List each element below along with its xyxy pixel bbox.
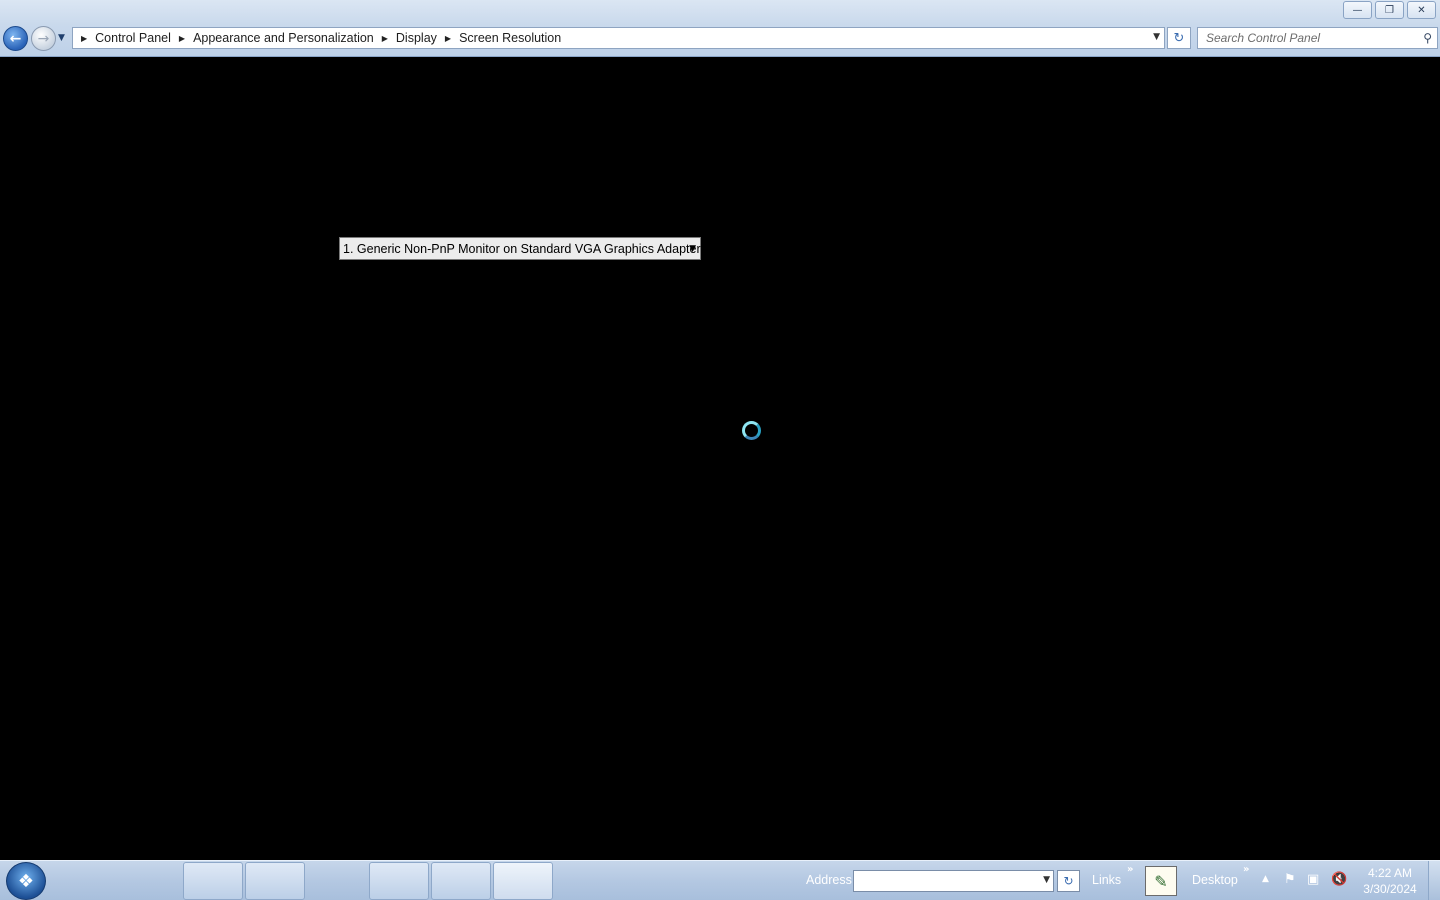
address-go-button[interactable]: ↻ xyxy=(1057,870,1080,892)
taskbar-button[interactable] xyxy=(183,862,243,900)
forward-button[interactable]: → xyxy=(31,26,56,51)
address-history-dropdown-icon[interactable]: ▼ xyxy=(1153,32,1160,42)
minimize-button[interactable]: — xyxy=(1343,1,1372,19)
chevron-right-double-icon[interactable]: » xyxy=(1127,864,1133,875)
close-button[interactable]: ✕ xyxy=(1407,1,1436,19)
clock-date: 3/30/2024 xyxy=(1363,882,1417,896)
taskbar: ❖ Address ▼ ↻ Links » ✎ Desktop » ▲ ⚑ ▣ … xyxy=(0,860,1440,900)
windows-start-icon: ❖ xyxy=(17,870,35,892)
clock-time: 4:22 AM xyxy=(1367,866,1413,880)
search-icon[interactable]: ⚲ xyxy=(1423,31,1432,45)
taskbar-button[interactable] xyxy=(431,862,491,900)
desktop-toolbar-label[interactable]: Desktop xyxy=(1192,873,1238,887)
chevron-down-icon[interactable]: ▼ xyxy=(689,244,696,254)
breadcrumb-separator-icon[interactable]: ▶ xyxy=(81,34,87,43)
breadcrumb-item-appearance[interactable]: Appearance and Personalization xyxy=(193,31,374,45)
network-icon[interactable]: ▣ xyxy=(1307,872,1319,887)
taskbar-button[interactable] xyxy=(245,862,305,900)
restore-icon: ❐ xyxy=(1385,4,1394,16)
start-button[interactable]: ❖ xyxy=(6,862,46,900)
address-toolbar-input[interactable]: ▼ xyxy=(853,870,1054,892)
show-desktop-button[interactable] xyxy=(1428,861,1440,900)
clock[interactable]: 4:22 AM 3/30/2024 xyxy=(1358,865,1422,897)
display-select-value: 1. Generic Non-PnP Monitor on Standard V… xyxy=(343,241,701,256)
action-center-flag-icon[interactable]: ⚑ xyxy=(1284,872,1296,887)
search-input[interactable]: Search Control Panel ⚲ xyxy=(1197,27,1438,49)
refresh-icon: ↻ xyxy=(1063,874,1074,888)
breadcrumb-item-screen-resolution[interactable]: Screen Resolution xyxy=(459,31,561,45)
taskbar-button[interactable] xyxy=(369,862,429,900)
window-titlebar: — ❐ ✕ ← → ▼ ▶ Control Panel ▶ Appearance… xyxy=(0,0,1440,57)
restore-button[interactable]: ❐ xyxy=(1375,1,1404,19)
breadcrumb[interactable]: ▶ Control Panel ▶ Appearance and Persona… xyxy=(72,27,1165,49)
close-icon: ✕ xyxy=(1417,4,1426,16)
chevron-right-double-icon[interactable]: » xyxy=(1243,864,1249,875)
breadcrumb-item-control-panel[interactable]: Control Panel xyxy=(95,31,171,45)
pen-tablet-icon[interactable]: ✎ xyxy=(1145,866,1177,896)
minimize-icon: — xyxy=(1352,4,1363,16)
loading-spinner-icon xyxy=(742,421,761,440)
refresh-icon: ↻ xyxy=(1173,30,1185,46)
taskbar-button-active[interactable] xyxy=(493,862,553,900)
chevron-down-icon[interactable]: ▼ xyxy=(1043,875,1050,885)
refresh-button[interactable]: ↻ xyxy=(1167,27,1191,49)
address-toolbar-label: Address xyxy=(806,873,852,887)
breadcrumb-separator-icon[interactable]: ▶ xyxy=(445,34,451,43)
breadcrumb-separator-icon[interactable]: ▶ xyxy=(382,34,388,43)
caption-buttons: — ❐ ✕ xyxy=(1343,1,1436,19)
back-arrow-icon: ← xyxy=(9,30,22,47)
recent-pages-dropdown[interactable]: ▼ xyxy=(58,33,65,43)
taskbar-button[interactable] xyxy=(307,862,367,900)
chevron-down-icon: ▼ xyxy=(58,33,65,43)
forward-arrow-icon: → xyxy=(37,30,50,47)
show-hidden-icons-icon[interactable]: ▲ xyxy=(1262,874,1269,884)
breadcrumb-item-display[interactable]: Display xyxy=(396,31,437,45)
links-toolbar-label[interactable]: Links xyxy=(1092,873,1121,887)
search-placeholder: Search Control Panel xyxy=(1206,31,1321,45)
breadcrumb-separator-icon[interactable]: ▶ xyxy=(179,34,185,43)
display-select[interactable]: 1. Generic Non-PnP Monitor on Standard V… xyxy=(339,237,701,260)
control-panel-window: — ❐ ✕ ← → ▼ ▶ Control Panel ▶ Appearance… xyxy=(0,0,1440,860)
volume-muted-icon[interactable]: 🔇 xyxy=(1331,872,1347,887)
back-button[interactable]: ← xyxy=(3,26,28,51)
